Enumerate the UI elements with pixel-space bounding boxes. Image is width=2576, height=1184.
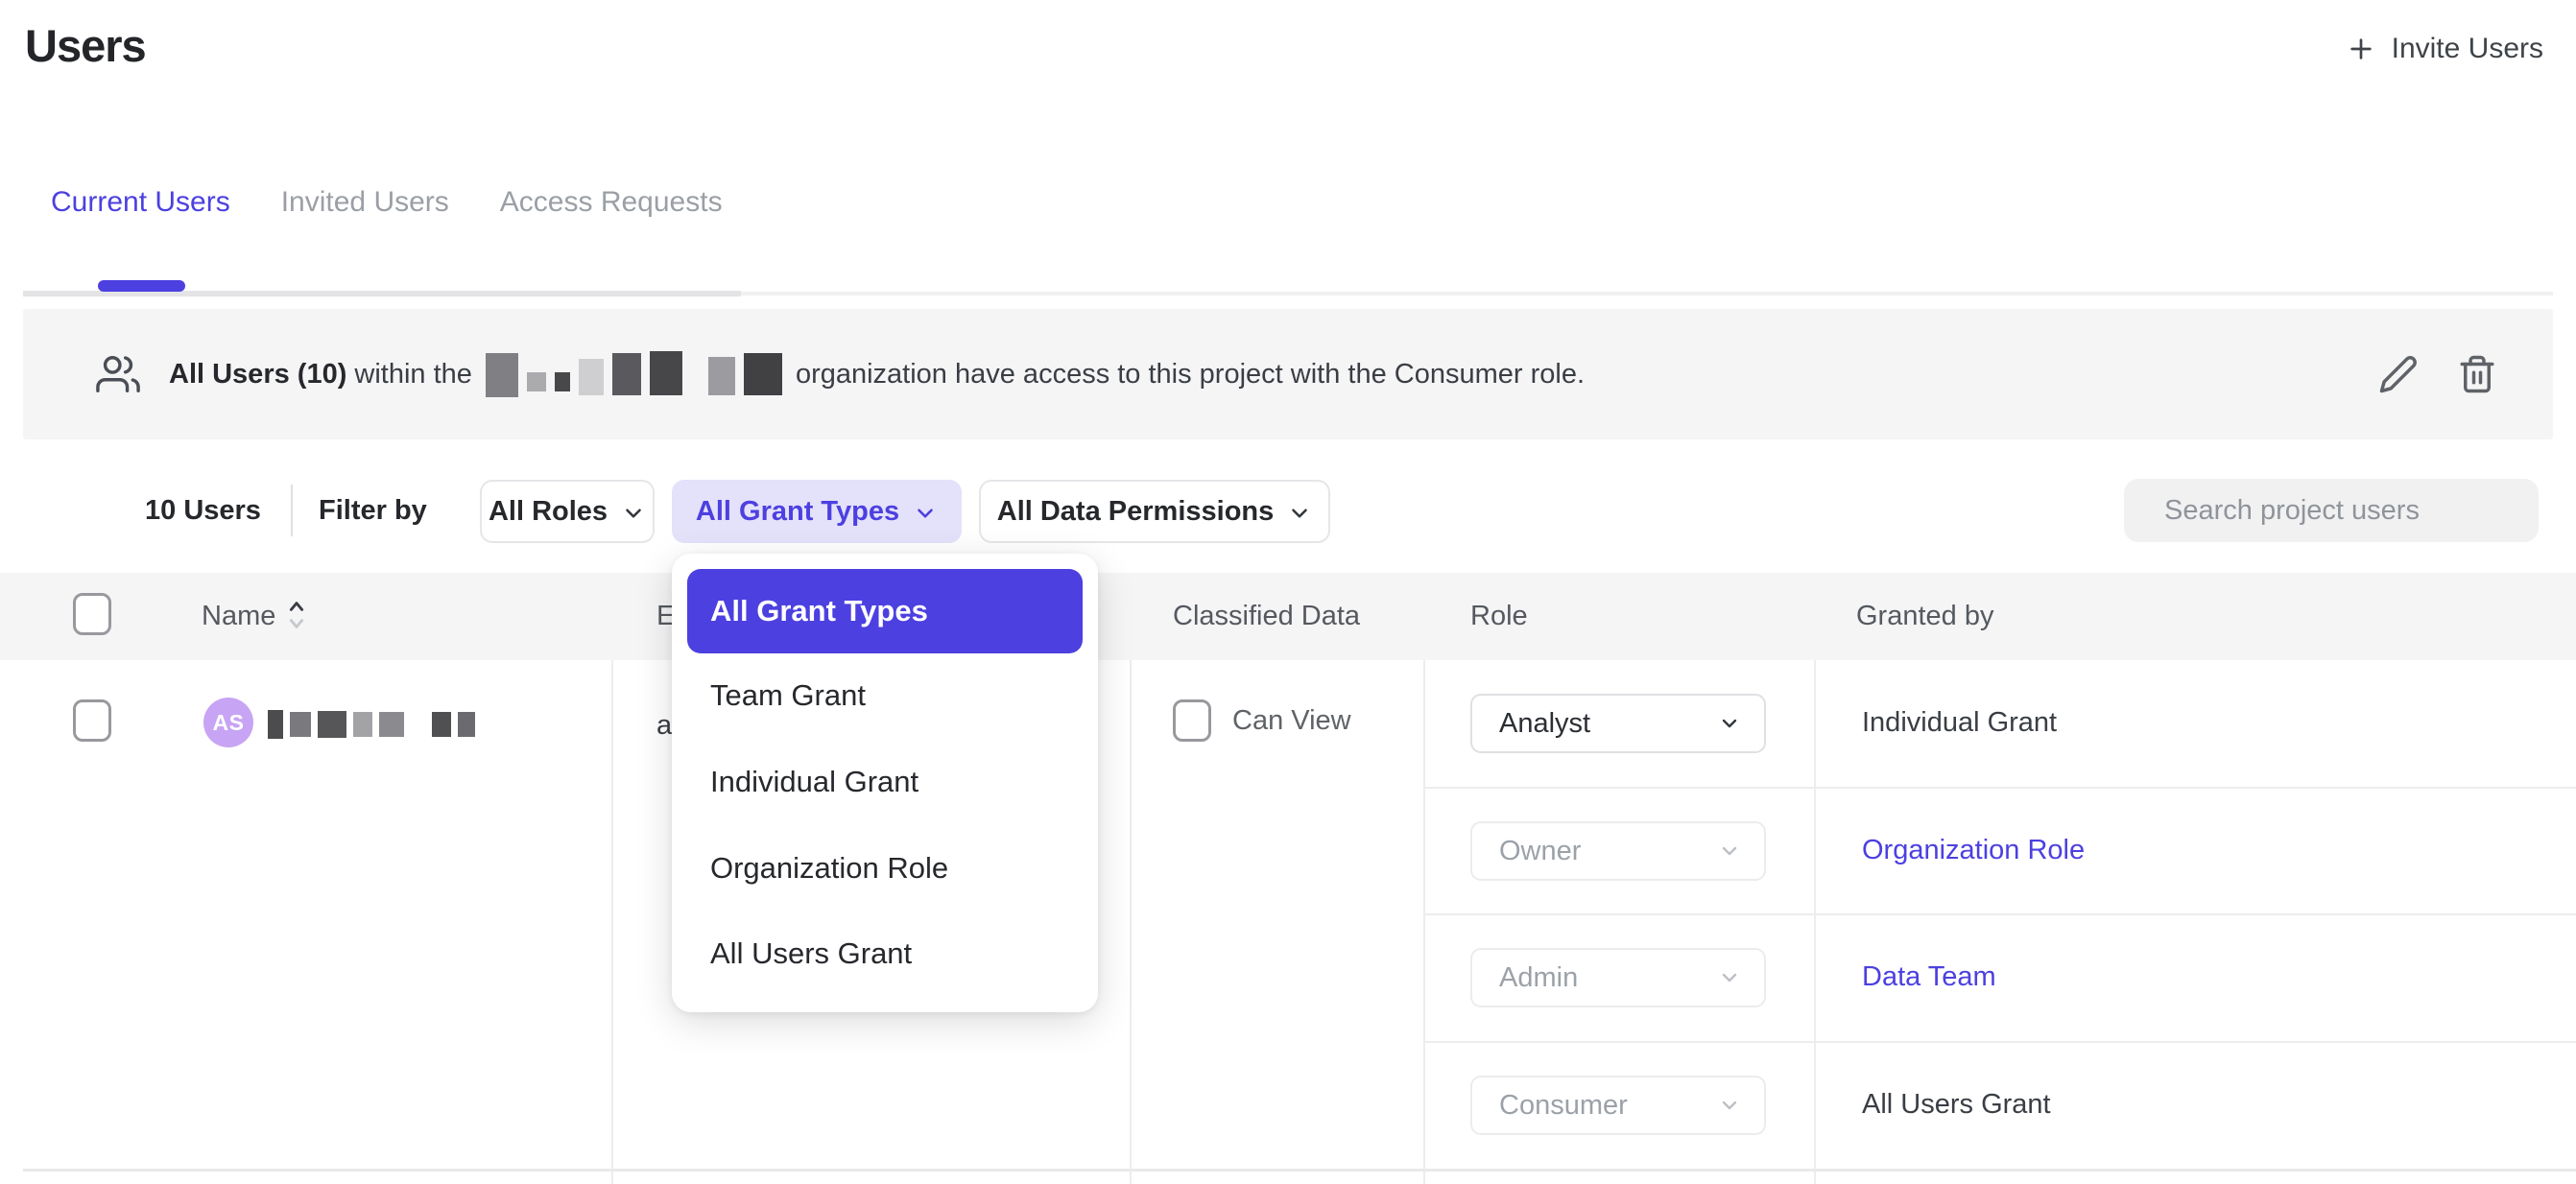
column-header-classified-data: Classified Data (1173, 601, 1360, 632)
column-divider (611, 660, 613, 1184)
filter-by-label: Filter by (319, 495, 427, 527)
data-permissions-filter-button[interactable]: All Data Permissions (979, 480, 1330, 543)
select-all-checkbox[interactable] (73, 593, 111, 635)
role-select-consumer: Consumer (1470, 1076, 1766, 1135)
granted-by-individual-grant: Individual Grant (1862, 707, 2057, 739)
grant-row-divider (1423, 787, 2576, 789)
avatar: AS (203, 698, 253, 747)
row-checkbox[interactable] (73, 699, 111, 742)
chevron-down-icon (1718, 966, 1741, 989)
banner-message: All Users (10) within the organization ha… (169, 351, 1585, 397)
can-view-label: Can View (1232, 705, 1351, 737)
dropdown-option-all-users-grant[interactable]: All Users Grant (687, 911, 1083, 997)
role-select-value: Admin (1499, 962, 1578, 994)
redacted-user-name (268, 710, 475, 739)
grant-types-filter-button[interactable]: All Grant Types (672, 480, 962, 543)
search-box (2124, 479, 2539, 542)
dropdown-option-all-grant-types[interactable]: All Grant Types (687, 569, 1083, 653)
chevron-down-icon (1718, 712, 1741, 735)
table-header: Name Email Classified Data Role Granted … (0, 573, 2576, 660)
grant-types-dropdown-menu: All Grant Types Team Grant Individual Gr… (672, 554, 1098, 1012)
chevron-down-icon (913, 501, 938, 526)
dropdown-option-organization-role[interactable]: Organization Role (687, 825, 1083, 912)
users-group-icon (96, 352, 140, 396)
role-select-admin: Admin (1470, 948, 1766, 1007)
chevron-down-icon (1287, 501, 1312, 526)
classified-data-cell: Can View (1173, 699, 1351, 742)
all-users-banner: All Users (10) within the organization ha… (23, 309, 2553, 439)
data-permissions-filter-label: All Data Permissions (997, 496, 1275, 528)
trash-icon (2457, 354, 2497, 394)
filter-separator (291, 485, 293, 536)
tab-invited-users[interactable]: Invited Users (281, 186, 449, 219)
roles-filter-label: All Roles (489, 496, 608, 528)
banner-text-post: organization have access to this project… (796, 359, 1585, 391)
users-page: Users Invite Users Current Users Invited… (0, 0, 2576, 1184)
role-select-value: Owner (1499, 836, 1581, 867)
grant-row-divider (1423, 1041, 2576, 1043)
granted-by-all-users-grant: All Users Grant (1862, 1089, 2051, 1121)
search-input[interactable] (2164, 495, 2526, 527)
tab-bar: Current Users Invited Users Access Reque… (51, 186, 723, 219)
banner-bold: All Users (10) (169, 359, 346, 391)
can-view-checkbox[interactable] (1173, 699, 1211, 742)
roles-filter-button[interactable]: All Roles (480, 480, 655, 543)
role-select-value: Consumer (1499, 1090, 1628, 1122)
redacted-org-name (486, 351, 782, 397)
grant-types-filter-label: All Grant Types (696, 496, 899, 528)
delete-grant-button[interactable] (2457, 354, 2497, 394)
plus-icon (2346, 34, 2376, 64)
column-header-role: Role (1470, 601, 1528, 632)
user-count: 10 Users (145, 495, 261, 527)
chevron-down-icon (1718, 840, 1741, 863)
active-tab-indicator (98, 280, 185, 292)
email-cell: a (656, 710, 672, 742)
column-header-granted-by: Granted by (1856, 601, 1993, 632)
tab-access-requests[interactable]: Access Requests (500, 186, 723, 219)
column-header-name: Name (202, 601, 275, 632)
row-divider (23, 1169, 2576, 1172)
role-select-analyst[interactable]: Analyst (1470, 694, 1766, 753)
edit-grant-button[interactable] (2378, 354, 2419, 394)
invite-users-label: Invite Users (2392, 33, 2543, 65)
chevron-down-icon (621, 501, 646, 526)
sort-name-icon[interactable] (288, 596, 305, 639)
column-divider (1423, 660, 1425, 1184)
column-divider (1130, 660, 1132, 1184)
grant-row-divider (1423, 913, 2576, 915)
granted-by-organization-role-link[interactable]: Organization Role (1862, 835, 2085, 866)
column-divider (1814, 660, 1816, 1184)
invite-users-button[interactable]: Invite Users (2346, 33, 2543, 65)
chevron-down-icon (1718, 1094, 1741, 1117)
pencil-icon (2378, 354, 2419, 394)
granted-by-data-team-link[interactable]: Data Team (1862, 961, 1996, 993)
role-select-value: Analyst (1499, 708, 1590, 740)
tab-current-users[interactable]: Current Users (51, 186, 230, 219)
dropdown-option-individual-grant[interactable]: Individual Grant (687, 739, 1083, 825)
banner-text-pre: within the (346, 359, 472, 391)
dropdown-option-team-grant[interactable]: Team Grant (687, 653, 1083, 740)
role-select-owner: Owner (1470, 821, 1766, 881)
page-title: Users (25, 19, 146, 72)
